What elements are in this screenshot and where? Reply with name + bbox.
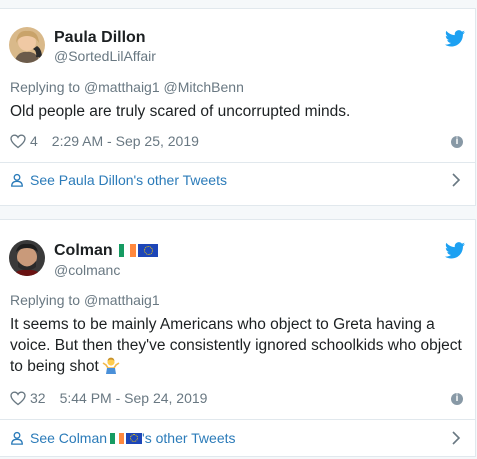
see-other-tweets-label: See Paula Dillon's other Tweets [30, 172, 227, 188]
eu-flag-icon [137, 244, 158, 257]
author-name[interactable]: Colman [54, 242, 113, 259]
see-other-tweets-prefix: See Colman [30, 430, 108, 446]
divider [0, 419, 475, 420]
divider [0, 162, 475, 163]
author-handle[interactable]: @SortedLilAffair [54, 48, 156, 64]
replying-to: Replying to @matthaig1 [10, 292, 160, 308]
info-icon[interactable]: i [451, 136, 463, 148]
chevron-right-icon[interactable] [451, 173, 461, 187]
ireland-flag-icon [110, 432, 125, 444]
tweet-card: Colman @colmanc Replying to @matthaig1 I… [0, 219, 476, 457]
tweet-timestamp[interactable]: 2:29 AM - Sep 25, 2019 [52, 133, 199, 149]
tweet-text-body: It seems to be mainly Americans who obje… [10, 316, 462, 375]
author-name[interactable]: Paula Dillon [54, 29, 146, 47]
replying-to: Replying to @matthaig1 @MitchBenn [10, 79, 244, 95]
man-shrugging-emoji-icon [102, 357, 120, 374]
like-count[interactable]: 32 [30, 390, 46, 406]
tweet-text: It seems to be mainly Americans who obje… [10, 314, 462, 377]
tweet-timestamp[interactable]: 5:44 PM - Sep 24, 2019 [60, 390, 208, 406]
chevron-right-icon[interactable] [451, 431, 461, 445]
tweet-card: Paula Dillon @SortedLilAffair Replying t… [0, 8, 476, 206]
ireland-flag-icon [118, 244, 136, 257]
see-other-tweets-suffix: 's other Tweets [142, 430, 236, 446]
avatar-photo [9, 27, 45, 63]
heart-icon[interactable] [10, 133, 26, 149]
heart-icon[interactable] [10, 390, 26, 406]
avatar[interactable] [9, 240, 45, 276]
avatar-photo [9, 240, 45, 276]
eu-flag-icon [126, 432, 143, 444]
replying-to-mentions[interactable]: @matthaig1 @MitchBenn [84, 79, 244, 95]
tweet-text: Old people are truly scared of uncorrupt… [10, 103, 351, 120]
twitter-bird-icon[interactable] [445, 242, 465, 259]
person-icon [11, 173, 23, 187]
author-handle[interactable]: @colmanc [54, 262, 120, 278]
replying-to-label: Replying to [10, 292, 84, 308]
like-count[interactable]: 4 [30, 133, 38, 149]
tweet-meta: 32 5:44 PM - Sep 24, 2019 [10, 390, 207, 406]
replying-to-mentions[interactable]: @matthaig1 [84, 292, 160, 308]
author-name-line: Colman [54, 242, 158, 260]
see-other-tweets-link[interactable]: See Colman 's other Tweets [10, 430, 236, 446]
person-icon [11, 431, 23, 445]
tweet-meta: 4 2:29 AM - Sep 25, 2019 [10, 133, 199, 149]
twitter-bird-icon[interactable] [445, 30, 465, 47]
info-icon[interactable]: i [451, 393, 463, 405]
avatar[interactable] [9, 27, 45, 63]
replying-to-label: Replying to [10, 79, 84, 95]
see-other-tweets-link[interactable]: See Paula Dillon's other Tweets [10, 172, 227, 188]
